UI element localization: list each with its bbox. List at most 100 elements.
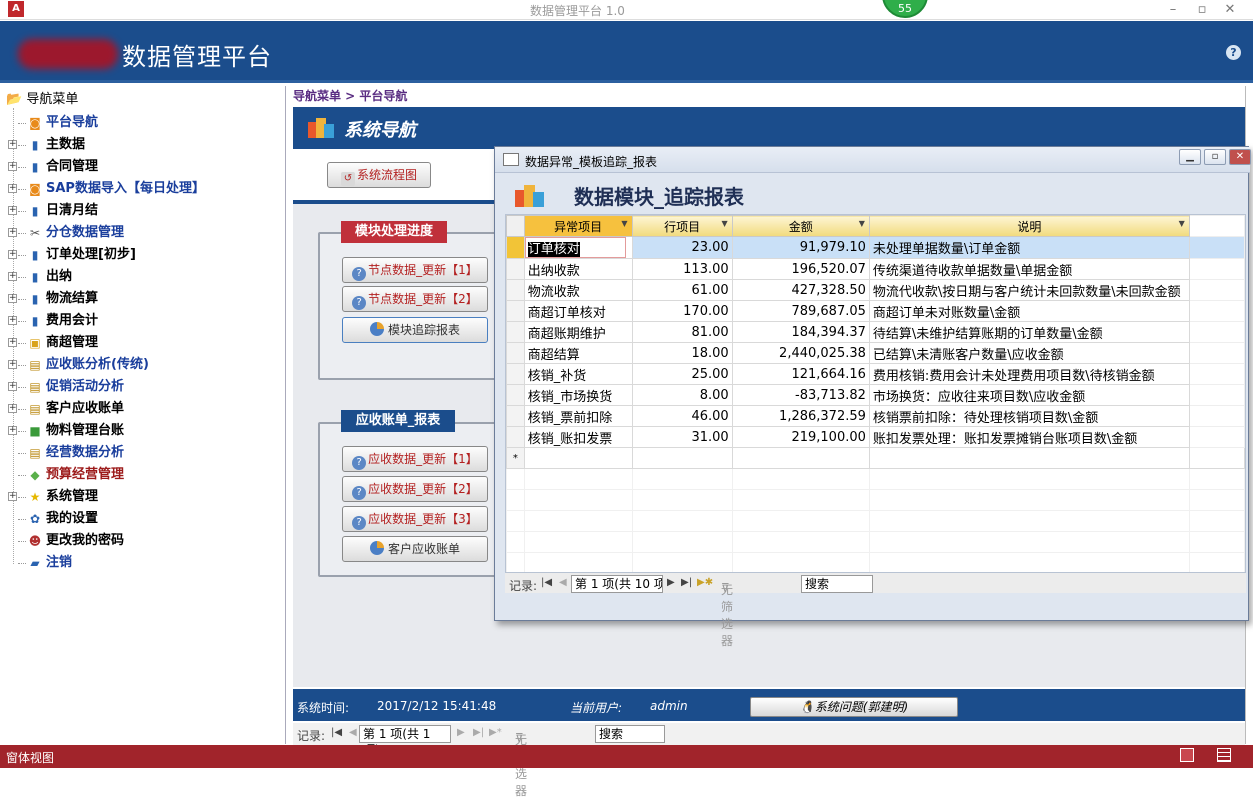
select-all-corner[interactable] bbox=[506, 215, 525, 237]
system-issue-button[interactable]: 🐧系统问题(郭建明) bbox=[750, 697, 958, 717]
row-selector[interactable] bbox=[506, 300, 525, 322]
table-cell-empty[interactable] bbox=[631, 447, 733, 469]
module-tracking-report-button[interactable]: 模块追踪报表 bbox=[342, 317, 488, 343]
search-input[interactable]: 搜索 bbox=[595, 725, 665, 743]
node-update-2-button[interactable]: ? 节点数据_更新【2】 bbox=[342, 286, 488, 312]
new-record-icon[interactable]: ▶✱ bbox=[697, 577, 713, 588]
dropdown-arrow-icon[interactable]: ▼ bbox=[859, 219, 865, 228]
table-row[interactable]: 核销_账扣发票 31.00 219,100.00 账扣发票处理：账扣发票摊销台账项目数… bbox=[506, 426, 1245, 448]
table-cell[interactable]: 121,664.16 bbox=[731, 363, 870, 385]
row-selector[interactable] bbox=[506, 363, 525, 385]
table-cell[interactable]: -83,713.82 bbox=[731, 384, 870, 406]
expand-icon[interactable]: + bbox=[8, 492, 17, 501]
sidebar-item[interactable]: + ▮ 合同管理 bbox=[8, 156, 278, 178]
expand-icon[interactable]: + bbox=[8, 426, 17, 435]
table-row[interactable]: 商超账期维护 81.00 184,394.37 待结算\未维护结算账期的订单数量\金额 bbox=[506, 321, 1245, 343]
expand-icon[interactable]: + bbox=[8, 206, 17, 215]
table-cell[interactable]: 商超订单未对账数量\金额 bbox=[868, 300, 1190, 322]
receivable-update-2-button[interactable]: ? 应收数据_更新【2】 bbox=[342, 476, 488, 502]
table-cell[interactable]: 费用核销:费用会计未处理费用项目数\待核销金额 bbox=[868, 363, 1190, 385]
popup-maximize-button[interactable]: ▫ bbox=[1204, 149, 1226, 165]
new-record-icon[interactable]: ▶* bbox=[489, 727, 502, 738]
table-cell[interactable]: 81.00 bbox=[631, 321, 733, 343]
record-position-input[interactable]: 第 1 项(共 1 项) bbox=[359, 725, 451, 757]
table-cell[interactable]: 184,394.37 bbox=[731, 321, 870, 343]
table-cell[interactable]: 核销_票前扣除 bbox=[523, 405, 633, 427]
form-view-icon[interactable] bbox=[1180, 748, 1194, 762]
sidebar-item[interactable]: + ■ 物料管理台账 bbox=[8, 420, 278, 442]
expand-icon[interactable]: + bbox=[8, 294, 17, 303]
table-cell[interactable]: 61.00 bbox=[631, 279, 733, 301]
table-cell[interactable]: 31.00 bbox=[631, 426, 733, 448]
popup-minimize-button[interactable]: ▁ bbox=[1179, 149, 1201, 165]
table-cell[interactable]: 已结算\未清账客户数量\应收金额 bbox=[868, 342, 1190, 364]
table-cell-empty[interactable] bbox=[523, 447, 633, 469]
flow-chart-button[interactable]: ↺ 系统流程图 bbox=[327, 162, 431, 188]
customer-receivables-button[interactable]: 客户应收账单 bbox=[342, 536, 488, 562]
table-row[interactable]: 核销_票前扣除 46.00 1,286,372.59 核销票前扣除：待处理核销项目数\… bbox=[506, 405, 1245, 427]
expand-icon[interactable]: + bbox=[8, 250, 17, 259]
table-cell[interactable]: 商超结算 bbox=[523, 342, 633, 364]
new-record-row[interactable]: * bbox=[506, 447, 1245, 469]
sidebar-item[interactable]: ◆ 预算经营管理 bbox=[8, 464, 278, 486]
table-cell[interactable]: 113.00 bbox=[631, 258, 733, 280]
table-cell[interactable]: 46.00 bbox=[631, 405, 733, 427]
table-cell[interactable]: 传统渠道待收款单据数量\单据金额 bbox=[868, 258, 1190, 280]
table-cell[interactable]: 订单核对 bbox=[523, 236, 633, 259]
datasheet-view-icon[interactable] bbox=[1217, 748, 1231, 762]
sidebar-item[interactable]: ▰ 注销 bbox=[8, 552, 278, 574]
table-cell-empty[interactable] bbox=[1188, 447, 1245, 469]
column-header[interactable]: 异常项目 ▼ bbox=[523, 215, 633, 237]
row-selector[interactable] bbox=[506, 342, 525, 364]
expand-icon[interactable]: + bbox=[8, 272, 17, 281]
table-row[interactable]: 订单核对 23.00 91,979.10 未处理单据数量\订单金额 bbox=[506, 236, 1245, 259]
record-position-input[interactable]: 第 1 项(共 10 项 bbox=[571, 575, 663, 593]
table-cell[interactable]: 市场换货：应收往来项目数\应收金额 bbox=[868, 384, 1190, 406]
table-row[interactable]: 核销_市场换货 8.00 -83,713.82 市场换货：应收往来项目数\应收金额 bbox=[506, 384, 1245, 406]
table-cell[interactable]: 219,100.00 bbox=[731, 426, 870, 448]
expand-icon[interactable]: + bbox=[8, 140, 17, 149]
prev-record-icon[interactable]: ◀ bbox=[349, 727, 357, 738]
sidebar-item[interactable]: + ▤ 客户应收账单 bbox=[8, 398, 278, 420]
dropdown-arrow-icon[interactable]: ▼ bbox=[621, 219, 627, 228]
table-cell-empty[interactable] bbox=[868, 447, 1190, 469]
popup-close-button[interactable]: ✕ bbox=[1229, 149, 1251, 165]
table-cell[interactable]: 账扣发票处理：账扣发票摊销台账项目数\金额 bbox=[868, 426, 1190, 448]
row-selector[interactable] bbox=[506, 258, 525, 280]
table-row[interactable]: 商超订单核对 170.00 789,687.05 商超订单未对账数量\金额 bbox=[506, 300, 1245, 322]
table-cell[interactable]: 商超订单核对 bbox=[523, 300, 633, 322]
expand-icon[interactable]: + bbox=[8, 228, 17, 237]
table-cell[interactable]: 8.00 bbox=[631, 384, 733, 406]
table-cell[interactable]: 18.00 bbox=[631, 342, 733, 364]
help-icon[interactable]: ? bbox=[1226, 45, 1241, 60]
expand-icon[interactable]: + bbox=[8, 184, 17, 193]
table-cell[interactable]: 2,440,025.38 bbox=[731, 342, 870, 364]
sidebar-item[interactable]: + ▤ 应收账分析(传统) bbox=[8, 354, 278, 376]
table-cell[interactable]: 核销_补货 bbox=[523, 363, 633, 385]
table-cell[interactable]: 25.00 bbox=[631, 363, 733, 385]
sidebar-item[interactable]: + ★ 系统管理 bbox=[8, 486, 278, 508]
sidebar-item[interactable]: + ▮ 主数据 bbox=[8, 134, 278, 156]
receivable-update-1-button[interactable]: ? 应收数据_更新【1】 bbox=[342, 446, 488, 472]
dropdown-arrow-icon[interactable]: ▼ bbox=[1179, 219, 1185, 228]
sidebar-item[interactable]: + ▮ 出纳 bbox=[8, 266, 278, 288]
row-selector[interactable] bbox=[506, 405, 525, 427]
column-header[interactable]: 行项目 ▼ bbox=[631, 215, 733, 237]
row-selector[interactable] bbox=[506, 321, 525, 343]
prev-record-icon[interactable]: ◀ bbox=[559, 577, 567, 588]
table-cell[interactable]: 未处理单据数量\订单金额 bbox=[868, 236, 1190, 259]
table-cell[interactable]: 170.00 bbox=[631, 300, 733, 322]
table-cell[interactable]: 核销票前扣除：待处理核销项目数\金额 bbox=[868, 405, 1190, 427]
sidebar-item[interactable]: + ▮ 日清月结 bbox=[8, 200, 278, 222]
table-cell[interactable]: 核销_账扣发票 bbox=[523, 426, 633, 448]
sidebar-item[interactable]: + ▮ 费用会计 bbox=[8, 310, 278, 332]
table-cell[interactable]: 商超账期维护 bbox=[523, 321, 633, 343]
next-record-icon[interactable]: ▶ bbox=[457, 727, 465, 738]
receivable-update-3-button[interactable]: ? 应收数据_更新【3】 bbox=[342, 506, 488, 532]
table-cell[interactable]: 789,687.05 bbox=[731, 300, 870, 322]
table-cell[interactable]: 91,979.10 bbox=[731, 236, 870, 259]
close-button[interactable]: ✕ bbox=[1220, 1, 1240, 19]
table-cell-empty[interactable] bbox=[731, 447, 870, 469]
expand-icon[interactable]: + bbox=[8, 162, 17, 171]
expand-icon[interactable]: + bbox=[8, 382, 17, 391]
